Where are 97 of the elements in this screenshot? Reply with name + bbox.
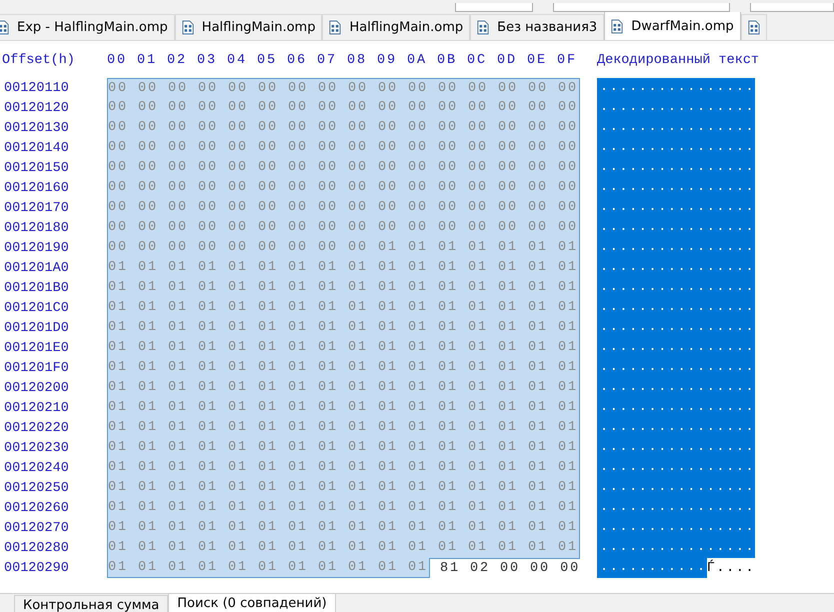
selected-text: ................ — [597, 138, 756, 158]
selected-bytes: 01 01 01 01 01 01 01 01 01 01 01 01 01 01 01 01 — [107, 298, 580, 318]
file-icon — [182, 20, 194, 35]
selected-bytes: 01 01 01 01 01 01 01 01 01 01 01 01 01 01 01 01 — [107, 418, 580, 438]
selected-bytes: 01 01 01 01 01 01 01 01 01 01 01 01 01 01 01 01 — [107, 458, 580, 478]
offset-label: 00120150 — [3, 160, 70, 176]
offset-label: 00120270 — [3, 520, 70, 536]
offset-label: 00120160 — [3, 180, 70, 196]
selected-text: ................ — [597, 298, 756, 318]
offset-label: 001201A0 — [3, 260, 70, 276]
offset-label: 00120280 — [3, 540, 70, 556]
selected-bytes: 01 01 01 01 01 01 01 01 01 01 01 01 01 01 01 01 — [107, 498, 580, 518]
panel-tab[interactable]: Контрольная сумма — [14, 595, 168, 612]
selected-bytes: 01 01 01 01 01 01 01 01 01 01 01 — [107, 558, 430, 578]
selected-bytes: 01 01 01 01 01 01 01 01 01 01 01 01 01 01 01 01 — [107, 338, 580, 358]
file-icon — [611, 18, 624, 34]
selected-text: ................ — [597, 358, 756, 378]
selected-bytes: 01 01 01 01 01 01 01 01 01 01 01 01 01 01 01 01 — [107, 478, 580, 498]
selected-bytes: 00 00 00 00 00 00 00 00 00 00 00 00 00 00 00 00 — [107, 138, 580, 158]
column-header: 00 01 02 03 04 05 06 07 08 09 0A 0B 0C 0D 0E 0F — [107, 52, 578, 70]
selected-bytes: 01 01 01 01 01 01 01 01 01 01 01 01 01 01 01 01 — [107, 398, 580, 418]
decoded-text: Ѓ.... — [706, 560, 756, 576]
selected-text: ................ — [597, 178, 756, 198]
offset-label: 001201C0 — [3, 300, 70, 316]
hex-bytes: 81 02 00 00 00 — [430, 558, 580, 578]
file-tab[interactable]: Exp - HalflingMain.omp — [0, 14, 175, 40]
selected-bytes: 00 00 00 00 00 00 00 00 00 00 00 00 00 00 00 00 — [107, 78, 580, 98]
offset-label: 001201D0 — [3, 320, 70, 336]
selected-text: ........... — [597, 558, 707, 578]
panel-tab[interactable]: Поиск (0 совпадений) — [168, 593, 336, 612]
selected-text: ................ — [597, 158, 756, 178]
offset-label: 00120210 — [3, 400, 70, 416]
offset-label: 001201F0 — [3, 360, 70, 376]
selected-text: ................ — [597, 438, 756, 458]
offset-label: 00120220 — [3, 420, 70, 436]
selected-text: ................ — [597, 398, 756, 418]
selected-bytes: 01 01 01 01 01 01 01 01 01 01 01 01 01 01 01 01 — [107, 378, 580, 398]
selected-text: ................ — [597, 198, 756, 218]
selected-bytes: 00 00 00 00 00 00 00 00 00 00 00 00 00 00 00 00 — [107, 178, 580, 198]
selected-text: ................ — [597, 78, 756, 98]
offset-label: 00120170 — [3, 200, 70, 216]
file-tab[interactable] — [740, 14, 767, 40]
column-header: Offset(h) — [1, 52, 76, 68]
offset-label: 00120250 — [3, 480, 70, 496]
offset-label: 00120240 — [3, 460, 70, 476]
selected-text: ................ — [597, 518, 756, 538]
selected-text: ................ — [597, 418, 756, 438]
selected-bytes: 00 00 00 00 00 00 00 00 00 00 00 00 00 00 00 00 — [107, 118, 580, 138]
selected-text: ................ — [597, 218, 756, 238]
selected-text: ................ — [597, 378, 756, 398]
selected-text: ................ — [597, 458, 756, 478]
selected-text: ................ — [597, 278, 756, 298]
file-tab[interactable]: Без названия3 — [470, 14, 604, 40]
selected-text: ................ — [597, 258, 756, 278]
file-tab[interactable]: HalflingMain.omp — [322, 14, 470, 40]
file-icon — [329, 20, 342, 35]
selected-bytes: 01 01 01 01 01 01 01 01 01 01 01 01 01 01 01 01 — [107, 258, 580, 278]
file-icon — [0, 20, 9, 35]
offset-label: 00120110 — [3, 80, 70, 96]
offset-label: 001201E0 — [3, 340, 70, 356]
offset-label: 00120120 — [3, 100, 70, 116]
selected-bytes: 00 00 00 00 00 00 00 00 00 00 00 00 00 00 00 00 — [107, 198, 580, 218]
offset-label: 00120130 — [3, 120, 70, 136]
selected-text: ................ — [597, 318, 756, 338]
offset-label: 00120180 — [3, 220, 70, 236]
column-header: Декодированный текст — [597, 52, 760, 70]
toolbar-field[interactable] — [455, 3, 534, 12]
selected-bytes: 01 01 01 01 01 01 01 01 01 01 01 01 01 01 01 01 — [107, 518, 580, 538]
selected-bytes: 00 00 00 00 00 00 00 00 00 01 01 01 01 01 01 01 — [107, 238, 580, 258]
offset-label: 00120190 — [3, 240, 70, 256]
selected-bytes: 01 01 01 01 01 01 01 01 01 01 01 01 01 01 01 01 — [107, 438, 580, 458]
selected-text: ................ — [597, 238, 756, 258]
selected-text: ................ — [597, 118, 756, 138]
selected-bytes: 00 00 00 00 00 00 00 00 00 00 00 00 00 00 00 00 — [107, 98, 580, 118]
selected-bytes: 01 01 01 01 01 01 01 01 01 01 01 01 01 01 01 01 — [107, 538, 580, 558]
offset-label: 00120200 — [3, 380, 70, 396]
file-tab[interactable]: HalflingMain.omp — [174, 14, 322, 40]
selected-text: ................ — [597, 98, 756, 118]
offset-label: 00120140 — [3, 140, 70, 156]
selected-bytes: 00 00 00 00 00 00 00 00 00 00 00 00 00 00 00 00 — [107, 218, 580, 238]
file-icon — [477, 20, 490, 35]
selected-text: ................ — [597, 338, 756, 358]
offset-label: 001201B0 — [3, 280, 70, 296]
offset-label: 00120260 — [3, 500, 70, 516]
selected-bytes: 01 01 01 01 01 01 01 01 01 01 01 01 01 01 01 01 — [107, 278, 580, 298]
file-tab[interactable]: DwarfMain.omp — [604, 12, 741, 40]
toolbar-field[interactable] — [750, 3, 834, 12]
selected-text: ................ — [597, 498, 756, 518]
selected-bytes: 00 00 00 00 00 00 00 00 00 00 00 00 00 00 00 00 — [107, 158, 580, 178]
toolbar-field[interactable] — [553, 3, 730, 12]
offset-label: 00120290 — [3, 560, 70, 576]
selected-text: ................ — [597, 478, 756, 498]
selected-bytes: 01 01 01 01 01 01 01 01 01 01 01 01 01 01 01 01 — [107, 358, 580, 378]
selected-text: ................ — [597, 538, 756, 558]
file-icon — [748, 20, 760, 35]
selected-bytes: 01 01 01 01 01 01 01 01 01 01 01 01 01 01 01 01 — [107, 318, 580, 338]
offset-label: 00120230 — [3, 440, 70, 456]
